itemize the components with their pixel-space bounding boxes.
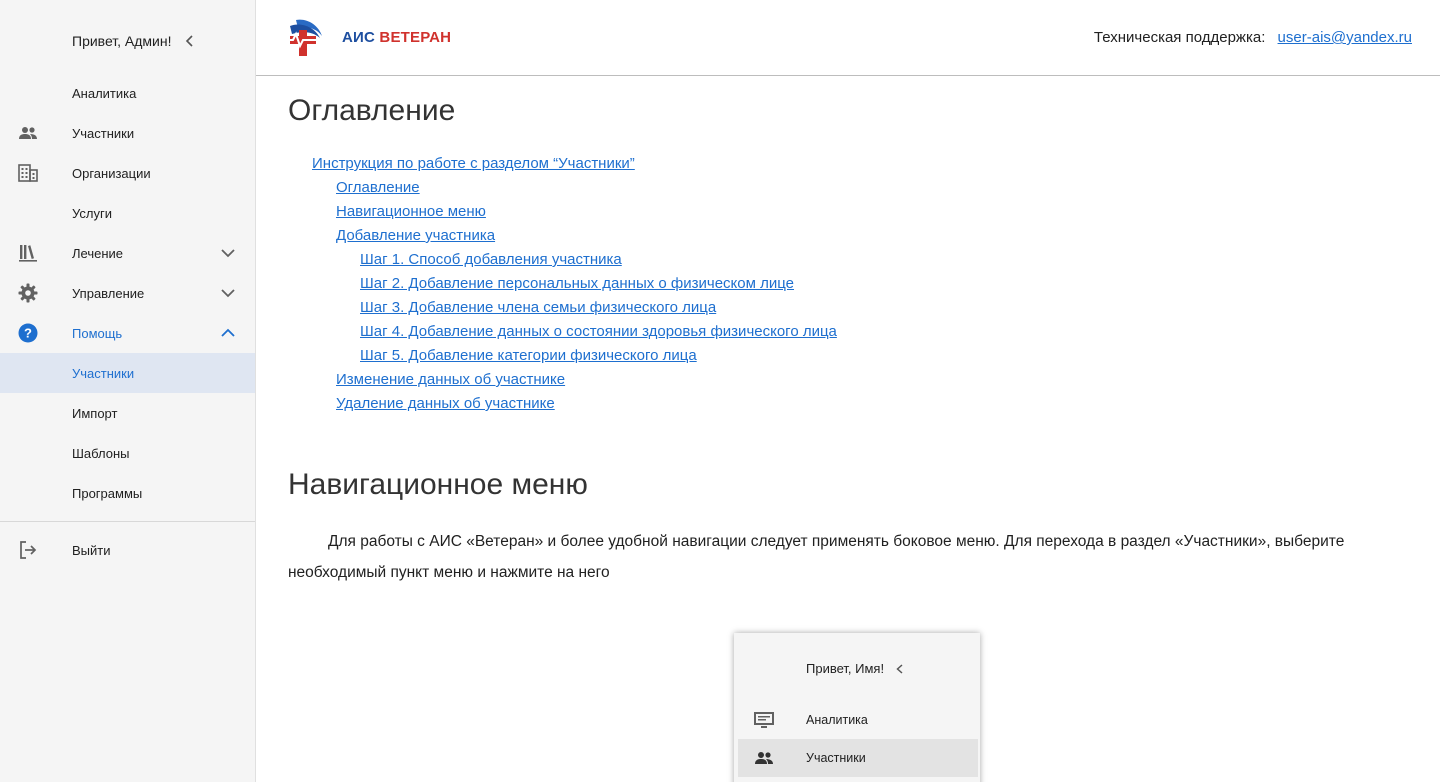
toc-heading: Оглавление	[288, 94, 456, 127]
toc-link[interactable]: Оглавление	[336, 179, 420, 196]
sidebar-item-analytics[interactable]: Аналитика	[0, 73, 255, 113]
toc-link[interactable]: Удаление данных об участнике	[336, 395, 555, 412]
top-header: АИС ВЕТЕРАН Техническая поддержка: user-…	[256, 0, 1440, 76]
help-icon: ?	[18, 323, 38, 343]
sidebar-item-label: Управление	[72, 285, 145, 301]
sidebar: Привет, Админ! Аналитика Участники Орган…	[0, 0, 256, 782]
sidebar-item-participants[interactable]: Участники	[0, 113, 255, 153]
sidebar-item-label: Организации	[72, 165, 151, 181]
toc-link[interactable]: Шаг 2. Добавление персональных данных о …	[360, 275, 794, 292]
logout-area: Выйти	[0, 530, 255, 570]
sidebar-item-services[interactable]: Услуги	[0, 193, 255, 233]
sidebar-greeting: Привет, Админ!	[72, 30, 197, 52]
screenshot-item-analytics: Аналитика	[738, 701, 978, 739]
toc-link[interactable]: Добавление участника	[336, 227, 495, 244]
screenshot-item-label: Участники	[806, 751, 866, 765]
sidebar-subitem-templates[interactable]: Шаблоны	[0, 433, 255, 473]
sidebar-item-label: Участники	[72, 125, 135, 141]
people-icon	[18, 123, 38, 143]
sidebar-item-treatment[interactable]: Лечение	[0, 233, 255, 273]
chevron-down-icon[interactable]	[220, 285, 236, 301]
toc-link[interactable]: Изменение данных об участнике	[336, 371, 565, 388]
people-icon	[752, 748, 776, 768]
toc-link[interactable]: Шаг 3. Добавление члена семьи физическог…	[360, 299, 716, 316]
main-content: Оглавление Инструкция по работе с раздел…	[256, 77, 1440, 782]
library-icon	[18, 243, 38, 263]
toc-link[interactable]: Шаг 4. Добавление данных о состоянии здо…	[360, 323, 837, 340]
toc-link[interactable]: Шаг 1. Способ добавления участника	[360, 251, 622, 268]
chevron-up-icon[interactable]	[220, 325, 236, 341]
sidebar-item-label: Услуги	[72, 205, 112, 221]
screenshot-greeting: Привет, Имя!	[806, 661, 906, 676]
sidebar-subitem-programs[interactable]: Программы	[0, 473, 255, 513]
chevron-left-icon[interactable]	[183, 34, 197, 48]
support-label: Техническая поддержка:	[1093, 29, 1266, 46]
screenshot-item-label: Аналитика	[806, 713, 868, 727]
sidebar-item-label: Аналитика	[72, 85, 137, 101]
sidebar-item-label: Участники	[72, 365, 135, 381]
nav-menu-paragraph: Для работы с АИС «Ветеран» и более удобн…	[288, 533, 1345, 581]
building-icon	[18, 163, 38, 183]
sidebar-item-help[interactable]: ? Помощь	[0, 313, 255, 353]
brand-part-ais: АИС	[342, 29, 376, 46]
sidebar-screenshot-image: Привет, Имя! Аналитика Участники	[734, 633, 980, 782]
sidebar-item-label: Программы	[72, 485, 143, 501]
screenshot-greeting-text: Привет, Имя!	[806, 661, 885, 676]
sidebar-divider	[0, 521, 255, 522]
toc-link[interactable]: Навигационное меню	[336, 203, 486, 220]
gear-icon	[18, 283, 38, 303]
sidebar-item-label: Шаблоны	[72, 445, 130, 461]
screenshot-item-participants: Участники	[738, 739, 978, 777]
toc-link[interactable]: Инструкция по работе с разделом “Участни…	[312, 155, 635, 172]
support-info: Техническая поддержка: user-ais@yandex.r…	[1094, 29, 1412, 46]
logout-button[interactable]: Выйти	[0, 530, 255, 570]
sidebar-item-label: Лечение	[72, 245, 124, 261]
monitor-icon	[752, 710, 776, 730]
sidebar-item-management[interactable]: Управление	[0, 273, 255, 313]
sidebar-menu: Аналитика Участники Организации Услуги Л…	[0, 73, 255, 513]
toc-link[interactable]: Шаг 5. Добавление категории физического …	[360, 347, 697, 364]
greeting-text: Привет, Админ!	[72, 33, 172, 49]
svg-text:?: ?	[24, 326, 32, 341]
sidebar-subitem-participants[interactable]: Участники	[0, 353, 255, 393]
brand-part-veteran: ВЕТЕРАН	[379, 29, 452, 46]
sidebar-subitem-import[interactable]: Импорт	[0, 393, 255, 433]
sidebar-item-organizations[interactable]: Организации	[0, 153, 255, 193]
chevron-left-icon	[896, 663, 903, 674]
support-email-link[interactable]: user-ais@yandex.ru	[1278, 29, 1412, 46]
logout-label: Выйти	[72, 542, 111, 558]
sidebar-item-label: Импорт	[72, 405, 118, 421]
ais-veteran-logo[interactable]	[282, 16, 326, 60]
sidebar-item-label: Помощь	[72, 325, 123, 341]
nav-menu-heading: Навигационное меню	[288, 468, 588, 501]
chevron-down-icon[interactable]	[220, 245, 236, 261]
brand-title: АИС ВЕТЕРАН	[342, 29, 451, 46]
logout-icon	[18, 540, 38, 560]
